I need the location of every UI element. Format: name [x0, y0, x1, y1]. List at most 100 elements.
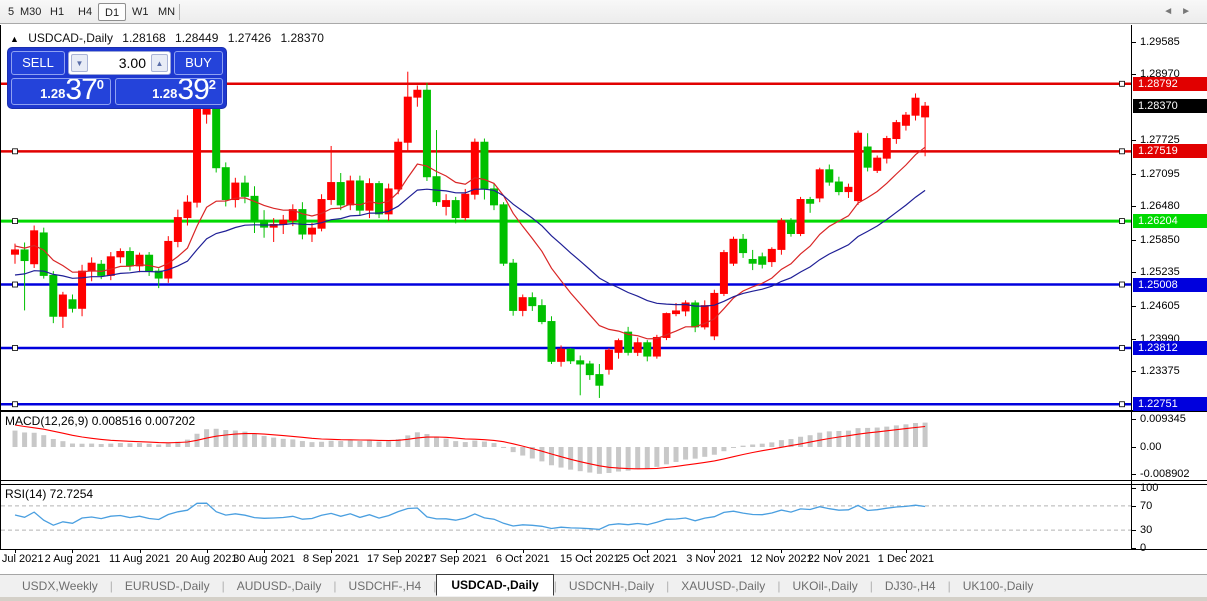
macd-bar: [213, 428, 219, 447]
candle-body: [537, 305, 546, 323]
candle-body: [336, 182, 345, 206]
macd-bar: [453, 441, 459, 447]
lot-increase-button[interactable]: ▲: [151, 54, 168, 72]
price-tick-mark: [1131, 74, 1136, 76]
line-drag-handle[interactable]: [1119, 148, 1125, 155]
line-drag-handle[interactable]: [12, 281, 18, 288]
candle-body: [480, 141, 489, 190]
line-drag-handle[interactable]: [12, 148, 18, 155]
macd-bar: [596, 447, 602, 474]
tab-usdx-weekly[interactable]: USDX,Weekly: [10, 577, 110, 595]
sell-price-button[interactable]: 1.28370: [11, 78, 111, 105]
candle-body: [911, 97, 920, 116]
line-drag-handle[interactable]: [1119, 401, 1125, 408]
tab-eurusd-daily[interactable]: EURUSD-,Daily: [113, 577, 222, 595]
tab-scroll-left-icon[interactable]: ◄: [1163, 6, 1181, 17]
ma-slow-line[interactable]: [14, 188, 926, 307]
rsi-tick-label: 0: [1140, 542, 1147, 555]
macd-bar: [108, 443, 114, 447]
candle-body: [327, 182, 336, 201]
macd-bar: [424, 433, 430, 447]
candle-body: [921, 105, 930, 118]
macd-bar: [31, 432, 37, 447]
tab-usdcnh-daily[interactable]: USDCNH-,Daily: [557, 577, 666, 595]
timeframe-button-mn[interactable]: MN: [152, 3, 181, 21]
candle-body: [643, 342, 652, 357]
date-tick-label: 1 Dec 2021: [877, 553, 935, 565]
line-drag-handle[interactable]: [1119, 345, 1125, 351]
price-tick-label: 1.23375: [1140, 365, 1180, 378]
line-drag-handle[interactable]: [12, 218, 18, 224]
macd-bar: [769, 442, 775, 447]
candle-body: [815, 169, 824, 199]
candle-body: [39, 232, 48, 276]
sell-button[interactable]: SELL: [11, 51, 65, 75]
tab-usdcad-daily[interactable]: USDCAD-,Daily: [436, 574, 554, 596]
tab-scroll-right-icon[interactable]: ►: [1181, 6, 1199, 17]
candle-body: [470, 141, 479, 195]
macd-bar: [376, 441, 382, 447]
sell-price-pips: 37: [65, 78, 97, 105]
candle-body: [595, 374, 604, 386]
macd-bar: [232, 430, 238, 447]
candle-body: [767, 248, 776, 263]
status-strip: [0, 597, 1207, 601]
macd-bar: [625, 447, 631, 471]
line-drag-handle[interactable]: [1119, 281, 1125, 288]
timeframe-button-h4[interactable]: H4: [72, 3, 98, 21]
price-tick-mark: [1131, 41, 1136, 43]
candle-body: [212, 106, 221, 169]
rsi-pane[interactable]: [1, 485, 1131, 549]
line-drag-handle[interactable]: [12, 401, 18, 408]
pane-separator[interactable]: [0, 410, 1207, 412]
macd-bar: [778, 440, 784, 447]
tab-xauusd-daily[interactable]: XAUUSD-,Daily: [669, 577, 777, 595]
candle-body: [20, 249, 29, 262]
macd-bar: [41, 435, 47, 447]
timeframe-button-d1[interactable]: D1: [98, 3, 127, 21]
macd-bar: [146, 443, 152, 447]
macd-bar: [731, 447, 736, 448]
pane-separator[interactable]: [0, 484, 1207, 485]
buy-price-point: 2: [208, 78, 216, 92]
candle-body: [346, 180, 355, 206]
date-tick-label: 11 Aug 2021: [109, 553, 171, 565]
tab-usdchf-h4[interactable]: USDCHF-,H4: [337, 577, 434, 595]
timeframe-button-h1[interactable]: H1: [44, 3, 70, 21]
date-tick-label: 8 Sep 2021: [302, 553, 360, 565]
macd-bar: [673, 447, 679, 462]
candle-body: [355, 180, 364, 211]
tab-dj30-h4[interactable]: DJ30-,H4: [873, 577, 948, 595]
buy-button[interactable]: BUY: [174, 51, 223, 75]
price-tick-mark: [1131, 173, 1136, 175]
rsi-tick-mark: [1131, 487, 1136, 489]
candle-body: [87, 262, 96, 272]
buy-price-button[interactable]: 1.28392: [115, 78, 223, 105]
candle-body: [461, 193, 470, 219]
macd-tick-label: 0.009345: [1140, 413, 1186, 426]
candle-body: [499, 204, 508, 264]
lot-decrease-button[interactable]: ▼: [71, 54, 88, 72]
chart-left-border: [0, 25, 1, 549]
line-drag-handle[interactable]: [1119, 80, 1125, 87]
pane-separator[interactable]: [0, 480, 1207, 481]
candle-body: [739, 238, 748, 254]
macd-bar: [290, 439, 296, 447]
candle-body: [183, 201, 192, 219]
candle-body: [106, 256, 115, 276]
tab-scroll-arrows[interactable]: ◄►: [1163, 6, 1199, 17]
ma-fast-line[interactable]: [14, 146, 926, 340]
line-drag-handle[interactable]: [1119, 218, 1125, 224]
timeframe-button-m30[interactable]: M30: [14, 3, 47, 21]
line-drag-handle[interactable]: [12, 345, 18, 351]
macd-bar: [865, 427, 871, 447]
lot-size-value[interactable]: 3.00: [119, 52, 146, 74]
tab-audusd-daily[interactable]: AUDUSD-,Daily: [225, 577, 334, 595]
tab-uk100-daily[interactable]: UK100-,Daily: [951, 577, 1046, 595]
tab-ukoil-daily[interactable]: UKOil-,Daily: [780, 577, 869, 595]
candle-body: [164, 240, 173, 279]
candle-body: [58, 294, 67, 317]
timeframe-button-w1[interactable]: W1: [126, 3, 155, 21]
collapse-chart-icon[interactable]: ▲: [10, 34, 19, 44]
macd-bar: [836, 430, 842, 447]
